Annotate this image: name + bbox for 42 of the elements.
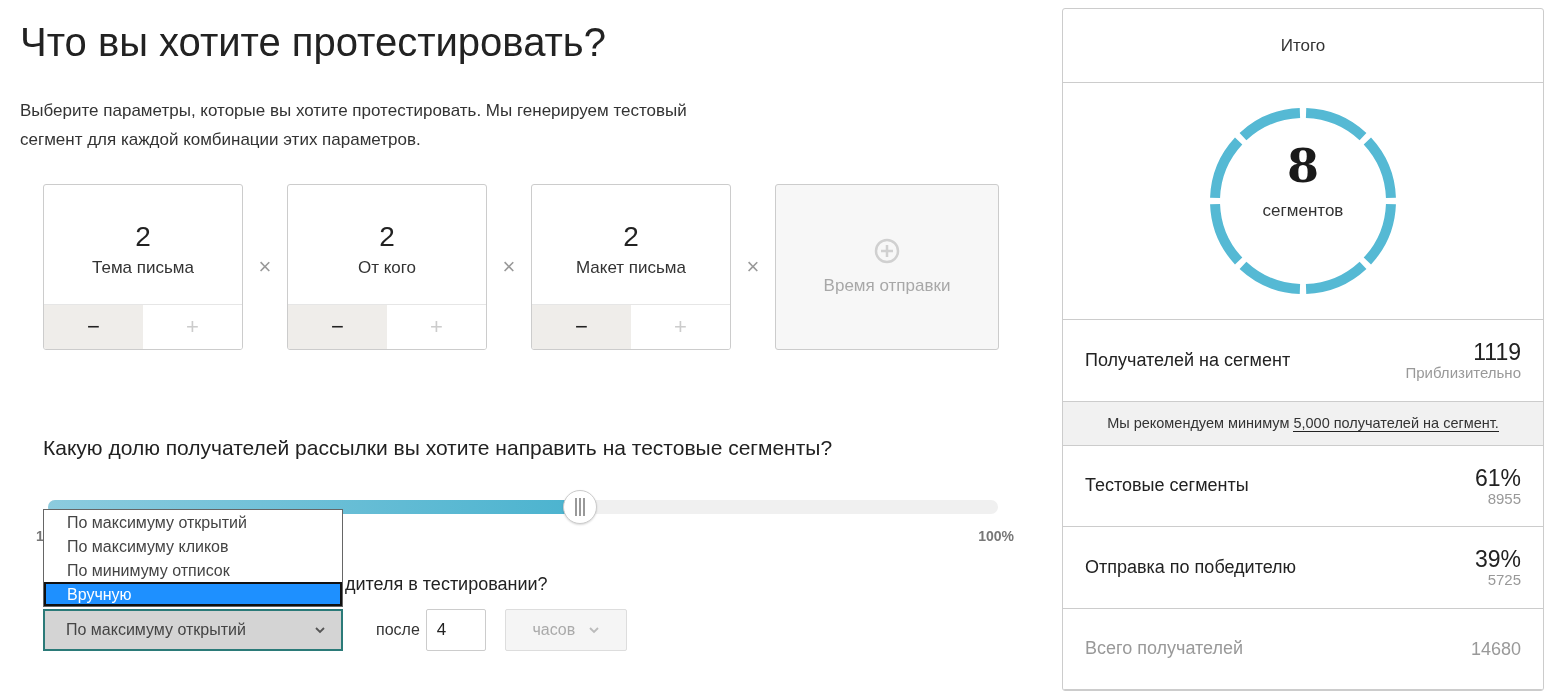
page-title: Что вы хотите протестировать?	[20, 19, 607, 66]
summary-subvalue: Приблизительно	[1405, 365, 1521, 382]
multiply-sign: ×	[745, 254, 761, 280]
after-label: после	[376, 621, 420, 639]
recommendation-text: Мы рекомендуем минимум 5,000 получателей на сегмент.	[1107, 415, 1499, 431]
plus-circle-icon	[874, 238, 900, 264]
summary-value: 39%	[1474, 546, 1521, 573]
summary-label: Отправка по победителю	[1085, 556, 1297, 578]
parameter-label: Макет письма	[575, 257, 686, 278]
summary-label: Всего получателей	[1085, 638, 1244, 660]
slider-min-label: 1	[36, 528, 44, 544]
parameter-label: От кого	[357, 257, 417, 278]
variant-count: 2	[379, 219, 395, 254]
chevron-down-icon	[315, 626, 325, 634]
summary-label: Тестовые сегменты	[1085, 475, 1249, 497]
segment-count-label: сегментов	[1262, 201, 1344, 221]
summary-subvalue: 5725	[1487, 572, 1521, 589]
summary-title: Итого	[1063, 9, 1543, 83]
decrement-button[interactable]: −	[288, 305, 387, 349]
slider-max-label: 100%	[978, 528, 1014, 544]
page-description: Выберите параметры, которые вы хотите протестировать. Мы генерируем тестовый сегмент для каждой комбинации этих параметров.	[20, 100, 688, 151]
summary-value: 14680	[1470, 637, 1521, 661]
winner-select[interactable]: По максимуму открытий	[43, 609, 343, 651]
segment-count: 8	[1287, 141, 1319, 191]
summary-value: 1119	[1473, 339, 1521, 366]
summary-subvalue: 8955	[1487, 490, 1521, 507]
summary-value: 61%	[1474, 464, 1521, 491]
summary-label: Получателей на сегмент	[1085, 349, 1291, 371]
multiply-sign: ×	[501, 254, 517, 280]
hours-input[interactable]: 4	[425, 609, 486, 651]
share-question: Какую долю получателей рассылки вы хотите направить на тестовые сегменты?	[43, 436, 834, 460]
multiply-sign: ×	[257, 254, 273, 280]
parameter-label: Тема письма	[92, 257, 194, 278]
winner-question: дителя в тестировании?	[345, 574, 549, 595]
decrement-button[interactable]: −	[44, 305, 143, 349]
variant-count: 2	[135, 219, 151, 254]
decrement-button[interactable]: −	[532, 305, 631, 349]
variant-count: 2	[623, 219, 639, 254]
grip-icon	[574, 497, 586, 517]
recommendation-link[interactable]: 5,000 получателей на сегмент.	[1293, 415, 1499, 432]
chevron-down-icon	[589, 626, 600, 634]
slider-thumb[interactable]	[563, 490, 597, 524]
